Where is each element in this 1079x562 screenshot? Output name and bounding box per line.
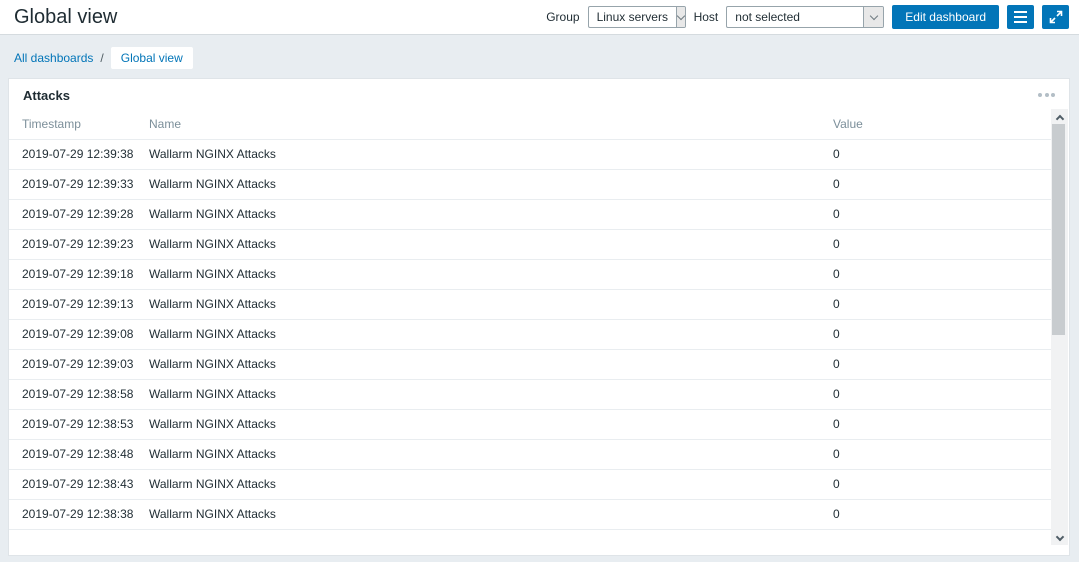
cell-timestamp: 2019-07-29 12:39:03 bbox=[9, 349, 149, 380]
cell-timestamp: 2019-07-29 12:39:18 bbox=[9, 259, 149, 290]
col-header-value: Value bbox=[833, 109, 1051, 140]
table-row: 2019-07-29 12:38:53 Wallarm NGINX Attack… bbox=[9, 409, 1051, 440]
group-label: Group bbox=[546, 10, 580, 24]
host-label: Host bbox=[693, 10, 719, 24]
cell-value: 0 bbox=[833, 259, 1051, 290]
table-row: 2019-07-29 12:38:58 Wallarm NGINX Attack… bbox=[9, 379, 1051, 410]
cell-name: Wallarm NGINX Attacks bbox=[149, 259, 833, 290]
group-select-value: Linux servers bbox=[596, 10, 668, 24]
cell-value: 0 bbox=[833, 199, 1051, 230]
cell-timestamp: 2019-07-29 12:38:43 bbox=[9, 469, 149, 500]
cell-name: Wallarm NGINX Attacks bbox=[149, 349, 833, 380]
cell-value: 0 bbox=[833, 289, 1051, 320]
host-select[interactable]: not selected bbox=[726, 6, 885, 28]
group-select[interactable]: Linux servers bbox=[587, 6, 686, 28]
chevron-down-icon bbox=[675, 7, 685, 27]
top-header: Global view Group Linux servers Host not… bbox=[0, 0, 1079, 35]
table-row: 2019-07-29 12:39:23 Wallarm NGINX Attack… bbox=[9, 229, 1051, 260]
cell-value: 0 bbox=[833, 409, 1051, 440]
header-controls: Group Linux servers Host not selected Ed… bbox=[546, 5, 1069, 29]
cell-timestamp: 2019-07-29 12:39:13 bbox=[9, 289, 149, 320]
cell-value: 0 bbox=[833, 319, 1051, 350]
cell-name: Wallarm NGINX Attacks bbox=[149, 199, 833, 230]
cell-timestamp: 2019-07-29 12:38:53 bbox=[9, 409, 149, 440]
ellipsis-icon bbox=[1038, 93, 1042, 97]
page-title: Global view bbox=[14, 5, 118, 28]
cell-value: 0 bbox=[833, 499, 1051, 530]
edit-dashboard-button[interactable]: Edit dashboard bbox=[892, 5, 999, 29]
cell-value: 0 bbox=[833, 469, 1051, 500]
cell-name: Wallarm NGINX Attacks bbox=[149, 139, 833, 170]
breadcrumb-all-dashboards[interactable]: All dashboards bbox=[14, 51, 93, 65]
cell-timestamp: 2019-07-29 12:38:48 bbox=[9, 439, 149, 470]
breadcrumb-separator: / bbox=[100, 51, 104, 65]
table-row: 2019-07-29 12:38:48 Wallarm NGINX Attack… bbox=[9, 439, 1051, 470]
cell-timestamp: 2019-07-29 12:39:23 bbox=[9, 229, 149, 260]
cell-name: Wallarm NGINX Attacks bbox=[149, 229, 833, 260]
scrollbar-thumb[interactable] bbox=[1052, 124, 1065, 336]
cell-timestamp: 2019-07-29 12:39:28 bbox=[9, 199, 149, 230]
table-scrollbar[interactable] bbox=[1051, 109, 1068, 545]
col-header-name: Name bbox=[149, 109, 833, 140]
table-row: 2019-07-29 12:39:18 Wallarm NGINX Attack… bbox=[9, 259, 1051, 290]
attacks-widget: Attacks Timestamp Name Value 2019-07-29 … bbox=[8, 78, 1070, 556]
cell-name: Wallarm NGINX Attacks bbox=[149, 289, 833, 320]
chevron-down-icon bbox=[863, 7, 884, 27]
cell-name: Wallarm NGINX Attacks bbox=[149, 169, 833, 200]
cell-value: 0 bbox=[833, 169, 1051, 200]
scroll-down-button[interactable] bbox=[1051, 530, 1068, 545]
dashboard-menu-button[interactable] bbox=[1007, 5, 1034, 29]
cell-timestamp: 2019-07-29 12:39:33 bbox=[9, 169, 149, 200]
cell-timestamp: 2019-07-29 12:39:38 bbox=[9, 139, 149, 170]
col-header-timestamp: Timestamp bbox=[9, 109, 149, 140]
table-row: 2019-07-29 12:38:38 Wallarm NGINX Attack… bbox=[9, 499, 1051, 530]
hamburger-icon bbox=[1014, 10, 1027, 24]
cell-timestamp: 2019-07-29 12:38:58 bbox=[9, 379, 149, 410]
chevron-up-icon bbox=[1055, 114, 1064, 123]
scroll-up-button[interactable] bbox=[1051, 109, 1068, 124]
cell-name: Wallarm NGINX Attacks bbox=[149, 409, 833, 440]
cell-value: 0 bbox=[833, 379, 1051, 410]
table-row: 2019-07-29 12:39:13 Wallarm NGINX Attack… bbox=[9, 289, 1051, 320]
cell-value: 0 bbox=[833, 229, 1051, 260]
table-row: 2019-07-29 12:39:08 Wallarm NGINX Attack… bbox=[9, 319, 1051, 350]
cell-name: Wallarm NGINX Attacks bbox=[149, 379, 833, 410]
table-row: 2019-07-29 12:39:33 Wallarm NGINX Attack… bbox=[9, 169, 1051, 200]
scrollbar-track[interactable] bbox=[1051, 124, 1068, 530]
breadcrumb-global-view[interactable]: Global view bbox=[110, 47, 193, 69]
widget-title: Attacks bbox=[23, 87, 70, 103]
cell-timestamp: 2019-07-29 12:39:08 bbox=[9, 319, 149, 350]
widget-header: Attacks bbox=[9, 79, 1069, 109]
cell-value: 0 bbox=[833, 139, 1051, 170]
breadcrumb: All dashboards / Global view bbox=[0, 35, 1079, 78]
chevron-down-icon bbox=[1055, 532, 1064, 541]
cell-name: Wallarm NGINX Attacks bbox=[149, 439, 833, 470]
cell-name: Wallarm NGINX Attacks bbox=[149, 319, 833, 350]
attacks-table: Timestamp Name Value 2019-07-29 12:39:38… bbox=[9, 109, 1051, 530]
cell-value: 0 bbox=[833, 349, 1051, 380]
table-row: 2019-07-29 12:39:28 Wallarm NGINX Attack… bbox=[9, 199, 1051, 230]
cell-value: 0 bbox=[833, 439, 1051, 470]
table-row: 2019-07-29 12:39:03 Wallarm NGINX Attack… bbox=[9, 349, 1051, 380]
host-select-value: not selected bbox=[735, 10, 800, 24]
cell-timestamp: 2019-07-29 12:38:38 bbox=[9, 499, 149, 530]
cell-name: Wallarm NGINX Attacks bbox=[149, 469, 833, 500]
fullscreen-button[interactable] bbox=[1042, 5, 1069, 29]
expand-icon bbox=[1049, 10, 1063, 24]
table-row: 2019-07-29 12:38:43 Wallarm NGINX Attack… bbox=[9, 469, 1051, 500]
cell-name: Wallarm NGINX Attacks bbox=[149, 499, 833, 530]
table-row: 2019-07-29 12:39:38 Wallarm NGINX Attack… bbox=[9, 139, 1051, 170]
table-header-row: Timestamp Name Value bbox=[9, 109, 1051, 140]
widget-menu-button[interactable] bbox=[1036, 89, 1057, 101]
